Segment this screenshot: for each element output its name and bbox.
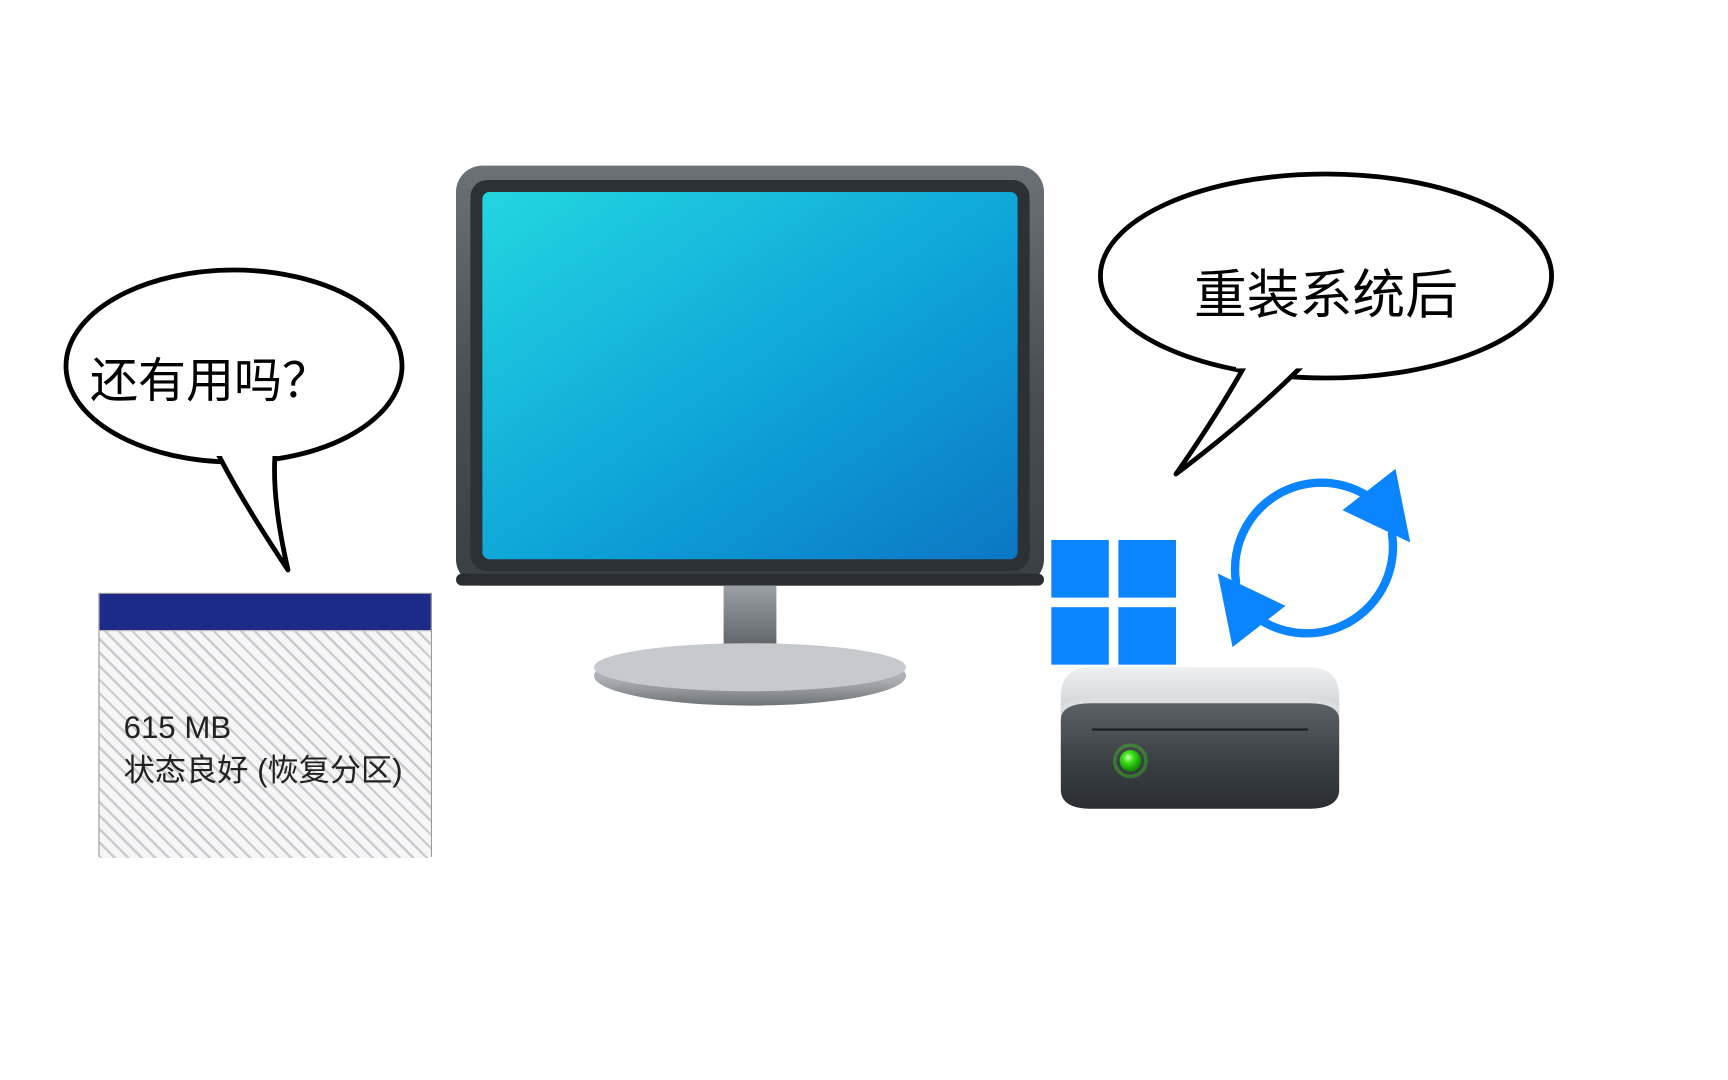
recovery-partition-tile: 615 MB 状态良好 (恢复分区) — [98, 593, 432, 857]
hard-drive-icon — [1044, 660, 1356, 828]
refresh-icon — [1200, 444, 1428, 672]
partition-body: 615 MB 状态良好 (恢复分区) — [100, 630, 431, 858]
bubble-right-text: 重装系统后 — [1194, 252, 1458, 329]
monitor-icon — [456, 166, 1044, 712]
windows-logo-icon — [1051, 540, 1176, 665]
partition-size: 615 MB — [124, 706, 403, 750]
bubble-left-text: 还有用吗？ — [90, 342, 330, 412]
partition-header — [100, 594, 431, 630]
partition-status: 状态良好 (恢复分区) — [124, 749, 403, 793]
